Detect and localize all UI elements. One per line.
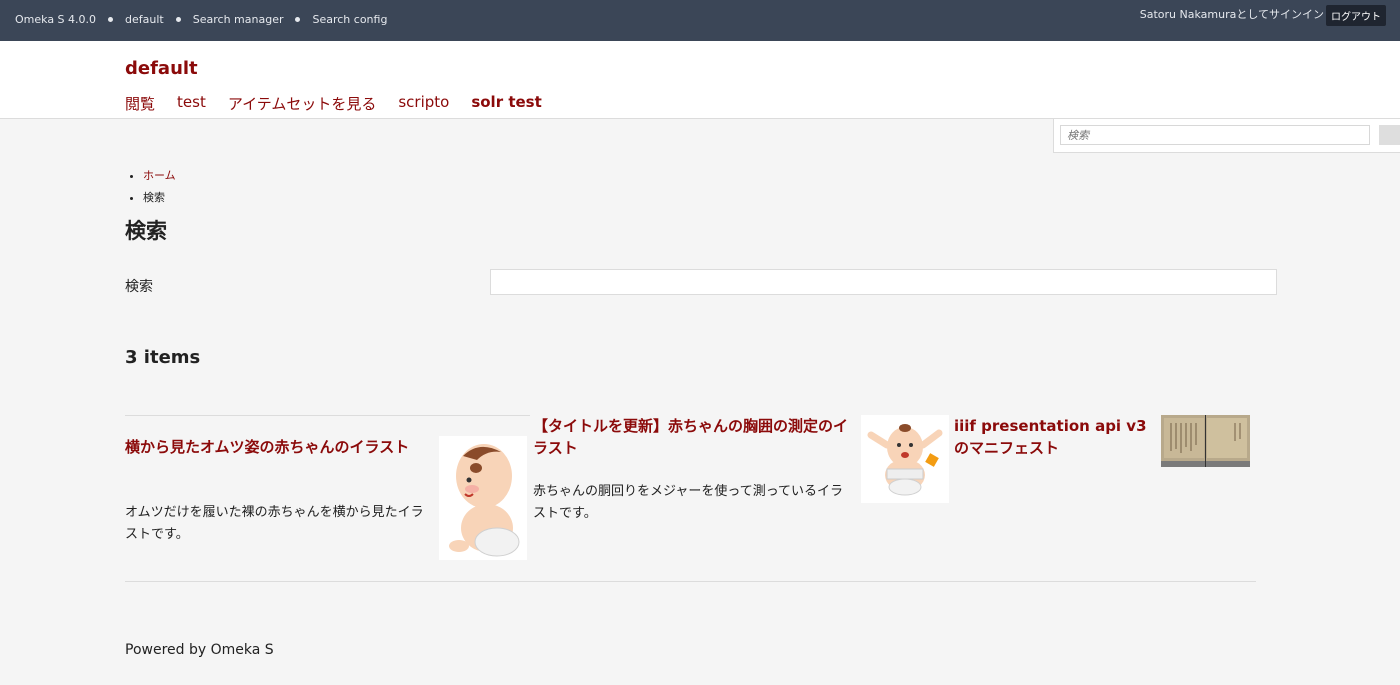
quick-search [1053,119,1400,153]
search-input[interactable] [490,269,1277,295]
breadcrumb: ホーム 検索 [143,165,176,209]
crumb-separator [175,17,181,22]
item-thumbnail[interactable] [861,415,949,503]
site-title[interactable]: default [125,58,198,79]
breadcrumb-current: 検索 [143,187,176,209]
site-header: default 閲覧 test アイテムセットを見る scripto solr … [0,41,1400,119]
item-thumbnail[interactable] [439,436,527,560]
nav-item-scripto[interactable]: scripto [398,93,449,114]
footer-text: Powered by Omeka S [125,642,274,658]
search-label: 検索 [125,279,153,295]
nav-item-test[interactable]: test [177,93,206,114]
admin-crumb-version[interactable]: Omeka S 4.0.0 [15,13,96,26]
admin-crumb-search-manager[interactable]: Search manager [193,13,284,26]
admin-crumb-search-config[interactable]: Search config [312,13,387,26]
item-description: 赤ちゃんの胴回りをメジャーを使って測っているイラストです。 [533,484,844,521]
result-count: 3 items [125,347,201,368]
logout-button[interactable]: ログアウト [1326,5,1386,26]
signed-in-user[interactable]: Satoru Nakamuraとしてサインイン [1140,6,1324,22]
admin-crumb-site[interactable]: default [125,13,164,26]
admin-bar: Omeka S 4.0.0 default Search manager Sea… [0,0,1400,41]
page-title: 検索 [125,219,167,243]
item-title[interactable]: 横から見たオムツ姿の赤ちゃんのイラスト [125,436,430,458]
baby-measure-illustration [861,415,949,503]
crumb-separator [295,17,301,22]
admin-breadcrumb: Omeka S 4.0.0 default Search manager Sea… [15,13,387,26]
quick-search-input[interactable] [1060,125,1370,145]
item-description: オムツだけを履いた裸の赤ちゃんを横から見たイラストです。 [125,505,424,542]
nav-item-solr-test[interactable]: solr test [471,93,541,114]
item-title[interactable]: 【タイトルを更新】赤ちゃんの胸囲の測定のイラスト [533,415,851,459]
baby-side-illustration [439,436,527,560]
divider [125,415,530,416]
quick-search-button[interactable] [1379,125,1400,145]
crumb-separator [108,17,114,22]
nav-item-item-sets[interactable]: アイテムセットを見る [228,93,377,114]
item-thumbnail[interactable] [1161,415,1250,467]
item-title[interactable]: iiif presentation api v3のマニフェスト [954,415,1154,459]
site-navigation: 閲覧 test アイテムセットを見る scripto solr test [125,93,542,114]
manuscript-thumbnail-illustration [1161,415,1250,467]
nav-item-browse[interactable]: 閲覧 [125,93,155,114]
breadcrumb-home-link[interactable]: ホーム [143,169,176,182]
divider [125,581,1256,582]
breadcrumb-home: ホーム [143,165,176,187]
